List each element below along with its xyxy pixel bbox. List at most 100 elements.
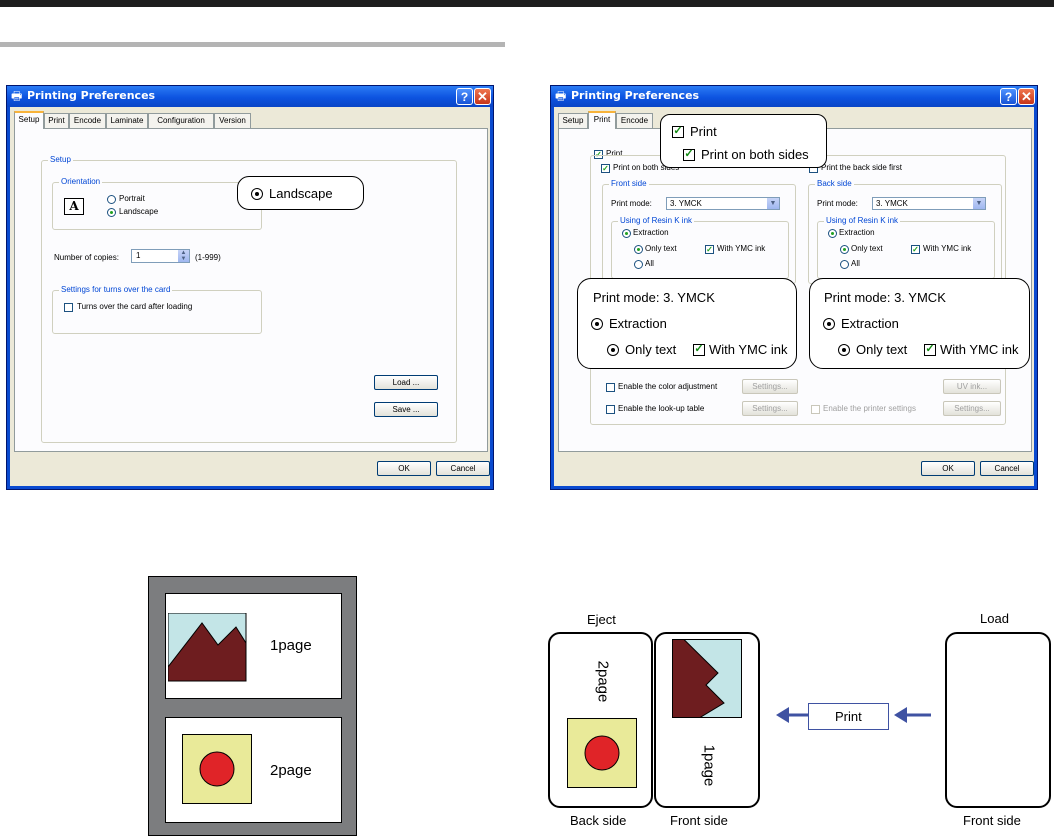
front-extraction-radio[interactable]	[622, 229, 631, 238]
callout-landscape-label: Landscape	[269, 186, 333, 201]
tab-print[interactable]: Print	[44, 113, 69, 128]
orientation-icon: A	[64, 198, 84, 215]
printer-settings-button[interactable]: Settings...	[943, 401, 1001, 416]
tab-encode[interactable]: Encode	[616, 113, 653, 128]
tab-encode[interactable]: Encode	[69, 113, 106, 128]
front-with-ymc-checkbox[interactable]: ✓	[705, 245, 714, 254]
back-all-label: All	[851, 259, 860, 268]
back-resin-label: Using of Resin K ink	[824, 216, 901, 226]
loaded-blank-card	[945, 632, 1051, 808]
circle-picture-icon	[567, 718, 637, 788]
close-button[interactable]: ✕	[1018, 88, 1035, 105]
landscape-callout: Landscape	[237, 176, 364, 210]
tab-version[interactable]: Version	[214, 113, 251, 128]
back-print-mode-select[interactable]: 3. YMCK ▼	[872, 197, 986, 210]
portrait-radio[interactable]	[107, 195, 116, 204]
turns-group-label: Settings for turns over the card	[59, 285, 173, 295]
front-print-mode-select[interactable]: 3. YMCK ▼	[666, 197, 780, 210]
back-side-label: Back side	[570, 813, 627, 828]
window-title: Printing Preferences	[27, 89, 156, 102]
cancel-button[interactable]: Cancel	[980, 461, 1034, 476]
help-button[interactable]: ?	[456, 88, 473, 105]
printing-preferences-dialog-setup: 🖶 Printing Preferences ? ✕ Setup Print E…	[6, 85, 494, 490]
lookup-settings-button[interactable]: Settings...	[742, 401, 798, 416]
title-bar[interactable]: 🖶 Printing Preferences ? ✕	[7, 86, 493, 107]
front-side-group: Front side Print mode: 3. YMCK ▼ Using o…	[602, 179, 796, 284]
save-button[interactable]: Save ...	[374, 402, 438, 417]
callout-print-both-label: Print on both sides	[701, 147, 809, 162]
dialog-client: Setup Print Encode Laminate Configuratio…	[10, 107, 490, 486]
turns-label: Turns over the card after loading	[77, 302, 193, 311]
color-adjust-checkbox[interactable]	[606, 383, 615, 392]
page-layout-frame: 1page 2page	[148, 576, 357, 836]
front-only-text-radio[interactable]	[634, 245, 643, 254]
printer-settings-checkbox[interactable]	[811, 405, 820, 414]
color-settings-button[interactable]: Settings...	[742, 379, 798, 394]
back-extraction-label: Extraction	[839, 228, 875, 237]
back-extraction-radio[interactable]	[828, 229, 837, 238]
portrait-label: Portrait	[119, 194, 145, 203]
help-button[interactable]: ?	[1000, 88, 1017, 105]
landscape-radio[interactable]	[107, 208, 116, 217]
orientation-group: Orientation A Portrait Landscape	[52, 177, 262, 230]
callout-front-print-mode: Print mode: 3. YMCK	[593, 290, 715, 305]
callout-front-with-ymc: With YMC ink	[709, 342, 788, 357]
copies-label: Number of copies:	[54, 253, 119, 262]
back-with-ymc-checkbox[interactable]: ✓	[911, 245, 920, 254]
circle-picture-icon	[182, 734, 252, 804]
back-print-mode-label: Print mode:	[817, 199, 858, 208]
back-only-text-radio[interactable]	[840, 245, 849, 254]
ok-button[interactable]: OK	[921, 461, 975, 476]
printer-icon: 🖶	[555, 89, 567, 103]
print-back-first-label: Print the back side first	[821, 163, 902, 172]
callout-front-only-text: Only text	[625, 342, 677, 357]
callout-back-extraction: Extraction	[841, 316, 899, 331]
printer-icon: 🖶	[11, 89, 23, 103]
page-2-card: 2page	[165, 717, 342, 823]
callout-back-with-ymc-checkbox: ✓	[924, 343, 936, 356]
back-only-text-label: Only text	[851, 244, 883, 253]
print-both-checkbox[interactable]: ✓	[601, 164, 610, 173]
callout-front-only-text-radio	[607, 344, 619, 356]
setup-group-label: Setup	[48, 155, 73, 165]
landscape-label: Landscape	[119, 207, 159, 216]
back-with-ymc-label: With YMC ink	[923, 244, 972, 253]
window-title: Printing Preferences	[571, 89, 700, 102]
front-print-mode-label: Print mode:	[611, 199, 652, 208]
eject-label: Eject	[587, 612, 616, 627]
copies-input[interactable]: 1 ▲ ▼	[131, 249, 190, 263]
copies-spinner-icon[interactable]: ▲ ▼	[178, 250, 189, 262]
turns-checkbox[interactable]	[64, 303, 73, 312]
callout-back-with-ymc: With YMC ink	[940, 342, 1019, 357]
page-2-label: 2page	[270, 762, 312, 779]
print-step-box: Print	[808, 703, 889, 730]
close-button[interactable]: ✕	[474, 88, 491, 105]
front-all-radio[interactable]	[634, 260, 643, 269]
tab-print[interactable]: Print	[588, 111, 616, 129]
front-side-label: Front side	[609, 179, 649, 189]
front-print-mode-callout: Print mode: 3. YMCK Extraction Only text…	[577, 278, 797, 369]
tab-setup[interactable]: Setup	[558, 113, 588, 128]
back-print-mode-value: 3. YMCK	[876, 199, 908, 208]
callout-front-with-ymc-checkbox: ✓	[693, 343, 705, 356]
back-all-radio[interactable]	[840, 260, 849, 269]
front-resin-label: Using of Resin K ink	[618, 216, 695, 226]
load-button[interactable]: Load ...	[374, 375, 438, 390]
front-with-ymc-label: With YMC ink	[717, 244, 766, 253]
uv-ink-button[interactable]: UV ink...	[943, 379, 1001, 394]
cancel-button[interactable]: Cancel	[436, 461, 490, 476]
chevron-down-icon: ▼	[973, 198, 985, 209]
lookup-checkbox[interactable]	[606, 405, 615, 414]
title-bar[interactable]: 🖶 Printing Preferences ? ✕	[551, 86, 1037, 107]
callout-print-both-checkbox: ✓	[683, 148, 695, 161]
callout-front-extraction: Extraction	[609, 316, 667, 331]
ok-button[interactable]: OK	[377, 461, 431, 476]
callout-print-checkbox: ✓	[672, 125, 684, 138]
tab-laminate[interactable]: Laminate	[106, 113, 148, 128]
callout-print-label: Print	[690, 124, 717, 139]
print-step-label: Print	[835, 709, 862, 724]
tab-setup[interactable]: Setup	[14, 111, 44, 129]
page-1-card: 1page	[165, 593, 342, 699]
back-side-group: Back side Print mode: 3. YMCK ▼ Using of…	[808, 179, 1002, 284]
tab-configuration[interactable]: Configuration	[148, 113, 214, 128]
